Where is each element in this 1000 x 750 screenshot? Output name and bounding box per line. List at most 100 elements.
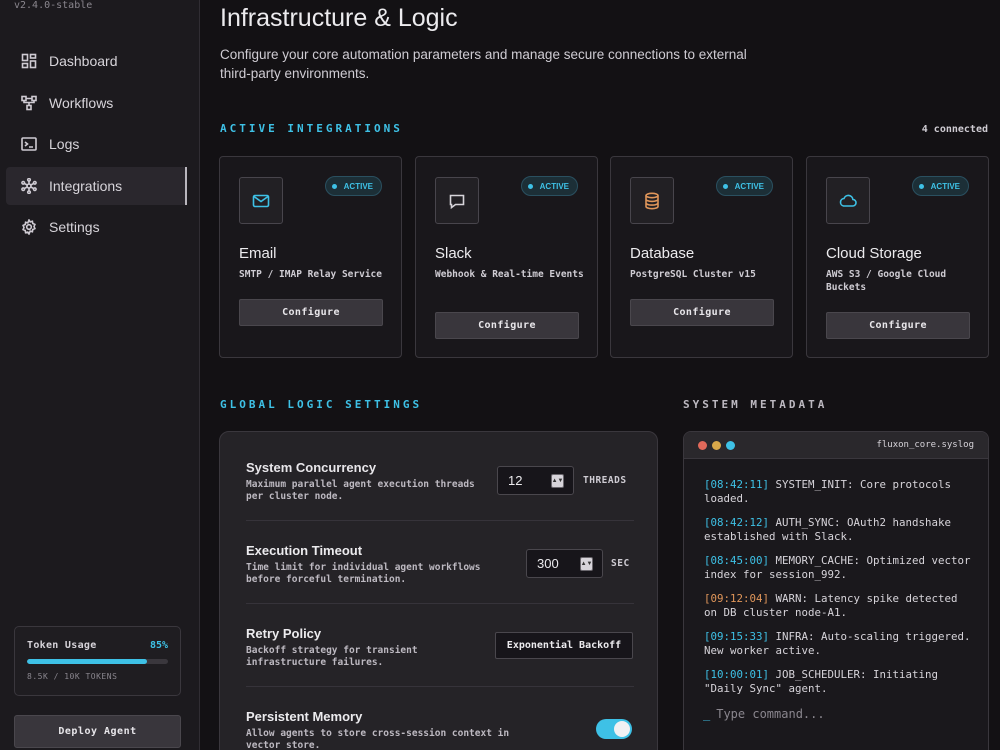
- integration-name: Database: [630, 245, 695, 262]
- setting-title: Retry Policy: [246, 626, 322, 641]
- status-dot: [722, 183, 728, 189]
- sidebar-item-label: Settings: [49, 219, 100, 235]
- syslog-terminal: fluxon_core.syslog [08:42:11] SYSTEM_INI…: [683, 431, 989, 750]
- integration-name: Email: [239, 245, 277, 262]
- configure-database-button[interactable]: Configure: [630, 299, 774, 326]
- integration-card-cloud-storage: ACTIVE Cloud Storage AWS S3 / Google Clo…: [806, 156, 989, 358]
- integration-subtitle: SMTP / IMAP Relay Service: [239, 269, 382, 280]
- command-input[interactable]: _ Type command...: [703, 707, 825, 721]
- window-dot-icon: [712, 441, 721, 450]
- sidebar-item-integrations[interactable]: Integrations: [6, 166, 187, 205]
- setting-title: Execution Timeout: [246, 543, 363, 558]
- sidebar-item-workflows[interactable]: Workflows: [6, 84, 187, 122]
- log-line: [08:42:11] SYSTEM_INIT: Core protocols l…: [704, 478, 976, 506]
- concurrency-input[interactable]: 12 ▲▼: [497, 466, 574, 495]
- integration-card-database: ACTIVE Database PostgreSQL Cluster v15 C…: [610, 156, 793, 358]
- log-timestamp: [10:00:01]: [704, 668, 770, 681]
- global-settings-panel: System Concurrency Maximum parallel agen…: [219, 431, 658, 750]
- prompt-caret-icon: _: [703, 707, 711, 721]
- status-badge: ACTIVE: [715, 176, 773, 196]
- sidebar-item-dashboard[interactable]: Dashboard: [6, 42, 187, 80]
- status-label: ACTIVE: [930, 181, 960, 191]
- gear-icon: [21, 219, 37, 235]
- log-lines: [08:42:11] SYSTEM_INIT: Core protocols l…: [704, 478, 976, 706]
- sidebar-item-label: Workflows: [49, 94, 114, 111]
- toggle-knob: [614, 721, 630, 737]
- integration-subtitle: PostgreSQL Cluster v15: [630, 269, 756, 280]
- log-timestamp: [08:45:00]: [704, 554, 770, 567]
- setting-title: Persistent Memory: [246, 709, 363, 724]
- chat-icon: [435, 177, 479, 224]
- configure-slack-button[interactable]: Configure: [435, 312, 579, 339]
- database-icon: [630, 177, 674, 224]
- setting-title: System Concurrency: [246, 460, 377, 475]
- log-line: [09:15:33] INFRA: Auto-scaling triggered…: [704, 630, 976, 658]
- sidebar-item-settings[interactable]: Settings: [6, 208, 187, 246]
- token-usage-bar: [27, 659, 168, 664]
- concurrency-unit: THREADS: [583, 475, 627, 486]
- hub-icon: [21, 177, 37, 194]
- deploy-agent-button[interactable]: Deploy Agent: [14, 715, 181, 748]
- sidebar-item-label: Integrations: [49, 177, 123, 194]
- status-dot: [918, 183, 924, 189]
- stepper-icon[interactable]: ▲▼: [551, 474, 564, 488]
- persistent-memory-toggle[interactable]: [596, 719, 632, 739]
- row-divider: [246, 520, 634, 521]
- sidebar: v2.4.0-stable Dashboard Workflows Logs I…: [0, 0, 200, 750]
- status-label: ACTIVE: [343, 181, 373, 191]
- page-title: Infrastructure & Logic: [220, 4, 458, 32]
- log-timestamp: [09:15:33]: [704, 630, 770, 643]
- integration-name: Slack: [435, 245, 472, 262]
- token-usage-percent: 85%: [149, 640, 168, 651]
- global-settings-heading: GLOBAL LOGIC SETTINGS: [220, 398, 423, 411]
- status-dot: [331, 183, 337, 189]
- sidebar-item-label: Dashboard: [49, 53, 118, 69]
- status-badge: ACTIVE: [911, 176, 969, 196]
- row-divider: [246, 686, 634, 687]
- integration-card-slack: ACTIVE Slack Webhook & Real-time Events …: [415, 156, 598, 358]
- status-label: ACTIVE: [539, 181, 569, 191]
- timeout-unit: SEC: [611, 558, 630, 569]
- page-description: Configure your core automation parameter…: [220, 47, 747, 81]
- setting-desc: Backoff strategy for transient infrastru…: [246, 645, 418, 668]
- sidebar-item-logs[interactable]: Logs: [6, 125, 187, 163]
- log-line: [08:45:00] MEMORY_CACHE: Optimized vecto…: [704, 554, 976, 582]
- retry-policy-select[interactable]: Exponential Backoff: [495, 632, 633, 659]
- stepper-icon[interactable]: ▲▼: [580, 557, 593, 571]
- integration-name: Cloud Storage: [826, 245, 922, 262]
- status-badge: ACTIVE: [324, 176, 382, 196]
- token-usage-card: Token Usage 85% 8.5K / 10K TOKENS: [14, 626, 181, 696]
- configure-email-button[interactable]: Configure: [239, 299, 383, 326]
- connected-count: 4 connected: [921, 124, 988, 135]
- command-placeholder: Type command...: [716, 707, 825, 721]
- integration-subtitle: Webhook & Real-time Events: [435, 269, 584, 280]
- log-timestamp: [09:12:04]: [704, 592, 770, 605]
- timeout-value: 300: [537, 556, 559, 571]
- status-badge: ACTIVE: [520, 176, 578, 196]
- log-line: [09:12:04] WARN: Latency spike detected …: [704, 592, 976, 620]
- terminal-icon: [21, 136, 37, 152]
- dashboard-icon: [21, 53, 37, 69]
- concurrency-value: 12: [508, 473, 523, 488]
- sidebar-item-label: Logs: [49, 136, 80, 152]
- version-label: v2.4.0-stable: [14, 0, 93, 11]
- log-line: [10:00:01] JOB_SCHEDULER: Initiating "Da…: [704, 668, 976, 696]
- token-usage-fill: [27, 659, 147, 664]
- cloud-icon: [826, 177, 870, 224]
- terminal-titlebar: fluxon_core.syslog: [684, 432, 988, 459]
- log-timestamp: [08:42:11]: [704, 478, 770, 491]
- setting-desc: Allow agents to store cross-session cont…: [246, 728, 510, 750]
- integrations-heading: ACTIVE INTEGRATIONS: [220, 122, 403, 135]
- log-timestamp: [08:42:12]: [704, 516, 770, 529]
- token-usage-detail: 8.5K / 10K TOKENS: [27, 672, 118, 681]
- metadata-heading: SYSTEM METADATA: [683, 398, 828, 411]
- sidebar-nav: Dashboard Workflows Logs Integrations Se…: [6, 42, 187, 250]
- row-divider: [246, 603, 634, 604]
- token-usage-label: Token Usage: [27, 640, 97, 651]
- setting-desc: Maximum parallel agent execution threads…: [246, 479, 475, 502]
- log-line: [08:42:12] AUTH_SYNC: OAuth2 handshake e…: [704, 516, 976, 544]
- timeout-input[interactable]: 300 ▲▼: [526, 549, 603, 578]
- terminal-filename: fluxon_core.syslog: [876, 440, 974, 450]
- configure-cloud-storage-button[interactable]: Configure: [826, 312, 970, 339]
- integration-subtitle: AWS S3 / Google Cloud Buckets: [826, 269, 947, 293]
